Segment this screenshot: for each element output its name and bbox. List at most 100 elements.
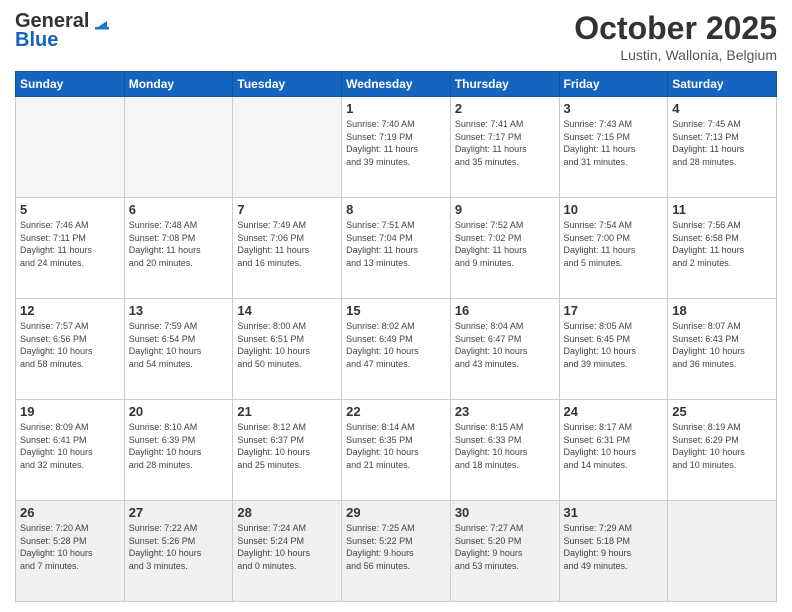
day-info: Sunrise: 7:59 AMSunset: 6:54 PMDaylight:… [129,320,229,370]
day-info: Sunrise: 7:56 AMSunset: 6:58 PMDaylight:… [672,219,772,269]
week-row-2: 5Sunrise: 7:46 AMSunset: 7:11 PMDaylight… [16,198,777,299]
calendar-cell: 24 Sunrise: 8:17 AMSunset: 6:31 PMDayligh… [559,400,668,501]
day-number: 4 [672,101,772,116]
calendar-cell: 22 Sunrise: 8:14 AMSunset: 6:35 PMDayligh… [342,400,451,501]
day-info: Sunrise: 8:10 AMSunset: 6:39 PMDaylight:… [129,421,229,471]
day-number: 11 [672,202,772,217]
day-info: Sunrise: 8:00 AMSunset: 6:51 PMDaylight:… [237,320,337,370]
logo: General Blue [15,10,111,52]
day-number: 27 [129,505,229,520]
day-info: Sunrise: 7:40 AMSunset: 7:19 PMDaylight:… [346,118,446,168]
day-number: 24 [564,404,664,419]
calendar-cell: 18Sunrise: 8:07 AMSunset: 6:43 PMDayligh… [668,299,777,400]
day-info: Sunrise: 8:12 AMSunset: 6:37 PMDaylight:… [237,421,337,471]
calendar-cell: 27 Sunrise: 7:22 AMSunset: 5:26 PMDayligh… [124,501,233,602]
header: General Blue October 2025 Lustin, Wallon… [15,10,777,63]
calendar-cell [16,97,125,198]
day-info: Sunrise: 8:02 AMSunset: 6:49 PMDaylight:… [346,320,446,370]
calendar-cell: 26Sunrise: 7:20 AMSunset: 5:28 PMDayligh… [16,501,125,602]
day-number: 26 [20,505,120,520]
day-info: Sunrise: 8:15 AMSunset: 6:33 PMDaylight:… [455,421,555,471]
calendar-cell: 25Sunrise: 8:19 AMSunset: 6:29 PMDayligh… [668,400,777,501]
day-number: 14 [237,303,337,318]
day-info: Sunrise: 7:29 AMSunset: 5:18 PMDaylight:… [564,522,664,572]
day-number: 12 [20,303,120,318]
calendar-cell: 3 Sunrise: 7:43 AMSunset: 7:15 PMDaylight… [559,97,668,198]
month-title: October 2025 [574,10,777,47]
page: General Blue October 2025 Lustin, Wallon… [0,0,792,612]
day-info: Sunrise: 7:57 AMSunset: 6:56 PMDaylight:… [20,320,120,370]
calendar-cell [124,97,233,198]
calendar-cell: 11 Sunrise: 7:56 AMSunset: 6:58 PMDayligh… [668,198,777,299]
day-number: 23 [455,404,555,419]
day-info: Sunrise: 8:05 AMSunset: 6:45 PMDaylight:… [564,320,664,370]
calendar-cell: 28 Sunrise: 7:24 AMSunset: 5:24 PMDayligh… [233,501,342,602]
day-header-wednesday: Wednesday [342,72,451,97]
day-info: Sunrise: 7:27 AMSunset: 5:20 PMDaylight:… [455,522,555,572]
calendar-cell: 15 Sunrise: 8:02 AMSunset: 6:49 PMDayligh… [342,299,451,400]
day-number: 3 [564,101,664,116]
day-number: 31 [564,505,664,520]
calendar-cell [233,97,342,198]
day-info: Sunrise: 8:17 AMSunset: 6:31 PMDaylight:… [564,421,664,471]
day-number: 22 [346,404,446,419]
day-info: Sunrise: 8:04 AMSunset: 6:47 PMDaylight:… [455,320,555,370]
logo-arrow-icon [89,11,111,33]
calendar-cell: 5Sunrise: 7:46 AMSunset: 7:11 PMDaylight… [16,198,125,299]
day-info: Sunrise: 8:14 AMSunset: 6:35 PMDaylight:… [346,421,446,471]
day-number: 20 [129,404,229,419]
calendar-cell: 16 Sunrise: 8:04 AMSunset: 6:47 PMDayligh… [450,299,559,400]
calendar-cell: 12 Sunrise: 7:57 AMSunset: 6:56 PMDayligh… [16,299,125,400]
calendar-cell: 19 Sunrise: 8:09 AMSunset: 6:41 PMDayligh… [16,400,125,501]
week-row-3: 12 Sunrise: 7:57 AMSunset: 6:56 PMDayligh… [16,299,777,400]
day-number: 13 [129,303,229,318]
day-info: Sunrise: 8:09 AMSunset: 6:41 PMDaylight:… [20,421,120,471]
calendar-cell: 17 Sunrise: 8:05 AMSunset: 6:45 PMDayligh… [559,299,668,400]
calendar-cell: 7Sunrise: 7:49 AMSunset: 7:06 PMDaylight… [233,198,342,299]
day-info: Sunrise: 7:43 AMSunset: 7:15 PMDaylight:… [564,118,664,168]
day-number: 2 [455,101,555,116]
day-number: 10 [564,202,664,217]
day-number: 7 [237,202,337,217]
calendar-cell: 10 Sunrise: 7:54 AMSunset: 7:00 PMDayligh… [559,198,668,299]
day-info: Sunrise: 8:19 AMSunset: 6:29 PMDaylight:… [672,421,772,471]
day-header-monday: Monday [124,72,233,97]
day-number: 21 [237,404,337,419]
day-number: 29 [346,505,446,520]
day-header-thursday: Thursday [450,72,559,97]
calendar-cell: 13 Sunrise: 7:59 AMSunset: 6:54 PMDayligh… [124,299,233,400]
day-info: Sunrise: 7:54 AMSunset: 7:00 PMDaylight:… [564,219,664,269]
calendar-cell: 9Sunrise: 7:52 AMSunset: 7:02 PMDaylight… [450,198,559,299]
day-header-sunday: Sunday [16,72,125,97]
day-number: 18 [672,303,772,318]
day-header-saturday: Saturday [668,72,777,97]
calendar-cell: 6Sunrise: 7:48 AMSunset: 7:08 PMDaylight… [124,198,233,299]
day-number: 30 [455,505,555,520]
week-row-4: 19 Sunrise: 8:09 AMSunset: 6:41 PMDayligh… [16,400,777,501]
calendar-cell: 8Sunrise: 7:51 AMSunset: 7:04 PMDaylight… [342,198,451,299]
week-row-1: 1 Sunrise: 7:40 AMSunset: 7:19 PMDaylight… [16,97,777,198]
day-number: 15 [346,303,446,318]
day-info: Sunrise: 7:25 AMSunset: 5:22 PMDaylight:… [346,522,446,572]
day-info: Sunrise: 7:46 AMSunset: 7:11 PMDaylight:… [20,219,120,269]
calendar-cell: 14 Sunrise: 8:00 AMSunset: 6:51 PMDayligh… [233,299,342,400]
day-number: 28 [237,505,337,520]
day-number: 17 [564,303,664,318]
calendar-cell: 23 Sunrise: 8:15 AMSunset: 6:33 PMDayligh… [450,400,559,501]
day-info: Sunrise: 7:22 AMSunset: 5:26 PMDaylight:… [129,522,229,572]
week-row-5: 26Sunrise: 7:20 AMSunset: 5:28 PMDayligh… [16,501,777,602]
day-header-friday: Friday [559,72,668,97]
day-number: 19 [20,404,120,419]
day-number: 8 [346,202,446,217]
calendar-cell: 29 Sunrise: 7:25 AMSunset: 5:22 PMDayligh… [342,501,451,602]
calendar-cell: 2Sunrise: 7:41 AMSunset: 7:17 PMDaylight… [450,97,559,198]
day-info: Sunrise: 7:45 AMSunset: 7:13 PMDaylight:… [672,118,772,168]
calendar-cell: 30 Sunrise: 7:27 AMSunset: 5:20 PMDayligh… [450,501,559,602]
day-number: 1 [346,101,446,116]
day-header-tuesday: Tuesday [233,72,342,97]
calendar-cell: 4 Sunrise: 7:45 AMSunset: 7:13 PMDaylight… [668,97,777,198]
title-block: October 2025 Lustin, Wallonia, Belgium [574,10,777,63]
day-info: Sunrise: 7:24 AMSunset: 5:24 PMDaylight:… [237,522,337,572]
calendar-cell: 21 Sunrise: 8:12 AMSunset: 6:37 PMDayligh… [233,400,342,501]
day-number: 16 [455,303,555,318]
